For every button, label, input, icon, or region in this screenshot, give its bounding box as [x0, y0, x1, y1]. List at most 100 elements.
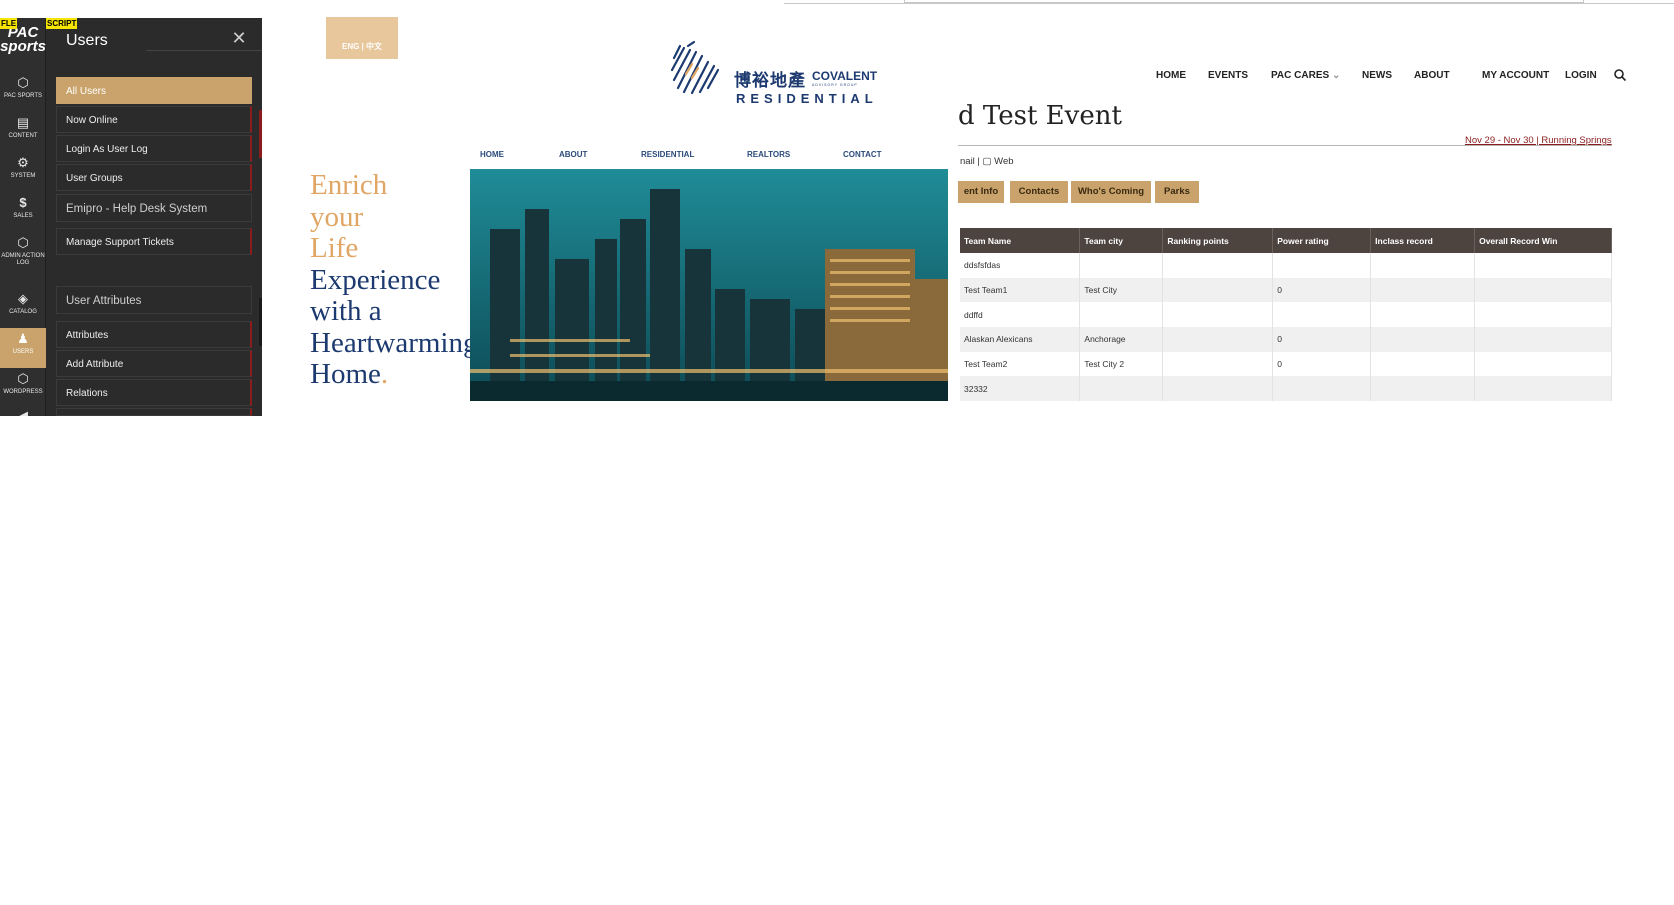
- menu-item-now-online[interactable]: Now Online: [56, 106, 252, 133]
- menu-item-attributes[interactable]: Attributes: [56, 321, 252, 348]
- megaphone-icon[interactable]: ◀: [0, 408, 46, 416]
- gear-icon: ⚙: [17, 155, 29, 170]
- rail-label: CONTENT: [8, 133, 38, 139]
- col-power-rating[interactable]: Power rating: [1272, 228, 1372, 253]
- table-row[interactable]: ddsfsfdas: [960, 253, 1612, 278]
- cell-team-name: ddffd: [960, 302, 1081, 328]
- tab-event-info[interactable]: ent Info: [958, 181, 1004, 203]
- tab-contacts[interactable]: Contacts: [1010, 181, 1068, 203]
- cell-inclass: [1370, 376, 1476, 402]
- cell-power: [1272, 253, 1372, 278]
- table-row[interactable]: Test Team2 Test City 2 0: [960, 351, 1612, 377]
- cell-power: 0: [1272, 351, 1372, 377]
- col-inclass-record[interactable]: Inclass record: [1370, 228, 1476, 253]
- language-switch[interactable]: ENG | 中文: [326, 17, 398, 59]
- cell-power: [1272, 376, 1372, 402]
- hexagon-icon: ⬡: [17, 235, 29, 250]
- user-icon: ♟: [17, 331, 29, 346]
- cell-team-city: [1079, 376, 1164, 402]
- admin-icon-rail: PAC sports ⬡ PAC SPORTS ▤ CONTENT ⚙ SYSTEM …: [0, 18, 46, 416]
- cell-ranking: [1162, 277, 1274, 303]
- nav-my-account[interactable]: MY ACCOUNT: [1482, 70, 1549, 81]
- hexagon-icon: ⬡: [17, 371, 29, 386]
- table-row[interactable]: 32332: [960, 376, 1612, 402]
- event-title: d Test Event: [958, 101, 1122, 131]
- hero-line: Home: [310, 358, 381, 390]
- subnav-home[interactable]: HOME: [480, 150, 504, 159]
- rail-item-catalog[interactable]: ◈ CATALOG: [0, 288, 46, 328]
- cell-ranking: [1162, 302, 1274, 328]
- subnav-contact[interactable]: CONTACT: [843, 150, 882, 159]
- tab-parks[interactable]: Parks: [1155, 181, 1199, 203]
- subnav-about[interactable]: ABOUT: [559, 150, 587, 159]
- cell-team-city: [1079, 253, 1164, 278]
- event-date-location[interactable]: Nov 29 - Nov 30 | Running Springs: [1465, 135, 1612, 146]
- col-team-city[interactable]: Team city: [1079, 228, 1164, 253]
- cell-power: [1272, 302, 1372, 328]
- users-flyout-menu: Users ✕ All Users Now Online Login As Us…: [46, 18, 262, 416]
- rail-item-pac-sports[interactable]: ⬡ PAC SPORTS: [0, 72, 46, 112]
- browser-address-strip: [784, 0, 1674, 4]
- menu-item-user-groups[interactable]: User Groups: [56, 164, 252, 191]
- rail-item-system[interactable]: ⚙ SYSTEM: [0, 152, 46, 192]
- edge-marker: [259, 110, 262, 158]
- nav-events[interactable]: EVENTS: [1208, 70, 1248, 81]
- cell-team-city: Anchorage: [1079, 327, 1164, 352]
- cell-team-city: [1079, 302, 1164, 328]
- table-row[interactable]: Test Team1 Test City 0: [960, 277, 1612, 303]
- box-icon: ◈: [18, 291, 28, 306]
- covalent-residential-logo[interactable]: 博裕地產 COVALENT ADVISORY GROUP RESIDENTIAL: [666, 38, 886, 108]
- pac-sports-logo[interactable]: PAC sports: [0, 25, 46, 66]
- menu-item-partial[interactable]: [56, 408, 252, 416]
- cell-power: 0: [1272, 327, 1372, 352]
- hero-city-image: [470, 169, 948, 401]
- dollar-icon: $: [19, 195, 27, 210]
- menu-item-manage-support-tickets[interactable]: Manage Support Tickets: [56, 228, 252, 255]
- cell-overall: [1474, 302, 1612, 328]
- address-field[interactable]: [904, 0, 1584, 3]
- close-icon[interactable]: ✕: [229, 28, 249, 48]
- brand-mark-icon: [670, 40, 720, 95]
- col-ranking-points[interactable]: Ranking points: [1162, 228, 1274, 253]
- col-overall-record-win[interactable]: Overall Record Win: [1474, 228, 1612, 253]
- menu-item-add-attribute[interactable]: Add Attribute: [56, 350, 252, 377]
- nav-about[interactable]: ABOUT: [1414, 70, 1450, 81]
- rail-item-content[interactable]: ▤ CONTENT: [0, 112, 46, 152]
- nav-login[interactable]: LOGIN: [1565, 70, 1597, 81]
- tab-whos-coming[interactable]: Who's Coming: [1071, 181, 1151, 203]
- nav-pac-cares[interactable]: PAC CARES ⌄: [1271, 70, 1340, 81]
- col-team-name[interactable]: Team Name: [960, 228, 1081, 253]
- logo-line2: sports: [0, 38, 46, 55]
- nav-pac-cares-label: PAC CARES: [1271, 70, 1330, 81]
- hero-line: Experience: [310, 263, 441, 296]
- table-row[interactable]: Alaskan Alexicans Anchorage 0: [960, 327, 1612, 352]
- hero-line: Life: [310, 232, 359, 264]
- cell-overall: [1474, 277, 1612, 303]
- cell-team-city: Test City: [1079, 277, 1164, 303]
- nav-home[interactable]: HOME: [1156, 70, 1186, 81]
- hero-line: with a: [310, 295, 382, 327]
- rail-item-users[interactable]: ♟ USERS: [0, 328, 46, 368]
- menu-item-relations[interactable]: Relations: [56, 379, 252, 406]
- rail-item-sales[interactable]: $ SALES: [0, 192, 46, 232]
- cell-team-name: Test Team2: [960, 351, 1081, 377]
- event-contact-links[interactable]: nail | ▢ Web: [960, 156, 1014, 167]
- rail-item-admin-action-log[interactable]: ⬡ ADMIN ACTION LOG: [0, 232, 46, 288]
- table-row[interactable]: ddffd: [960, 302, 1612, 328]
- cell-inclass: [1370, 302, 1476, 328]
- cell-overall: [1474, 376, 1612, 402]
- cell-inclass: [1370, 277, 1476, 303]
- nav-news[interactable]: NEWS: [1362, 70, 1392, 81]
- cell-overall: [1474, 327, 1612, 352]
- menu-item-all-users[interactable]: All Users: [56, 77, 252, 104]
- table-header-row: Team Name Team city Ranking points Power…: [960, 228, 1612, 253]
- cell-team-name: 32332: [960, 376, 1081, 402]
- rail-item-wordpress[interactable]: ⬡ WORDPRESS: [0, 368, 46, 408]
- menu-section-help-desk: Emipro - Help Desk System: [56, 194, 252, 222]
- menu-item-login-as-user-log[interactable]: Login As User Log: [56, 135, 252, 162]
- menu-title-divider: [146, 50, 262, 51]
- cell-overall: [1474, 253, 1612, 278]
- search-icon[interactable]: [1613, 68, 1627, 82]
- subnav-realtors[interactable]: REALTORS: [747, 150, 790, 159]
- subnav-residential[interactable]: RESIDENTIAL: [641, 150, 694, 159]
